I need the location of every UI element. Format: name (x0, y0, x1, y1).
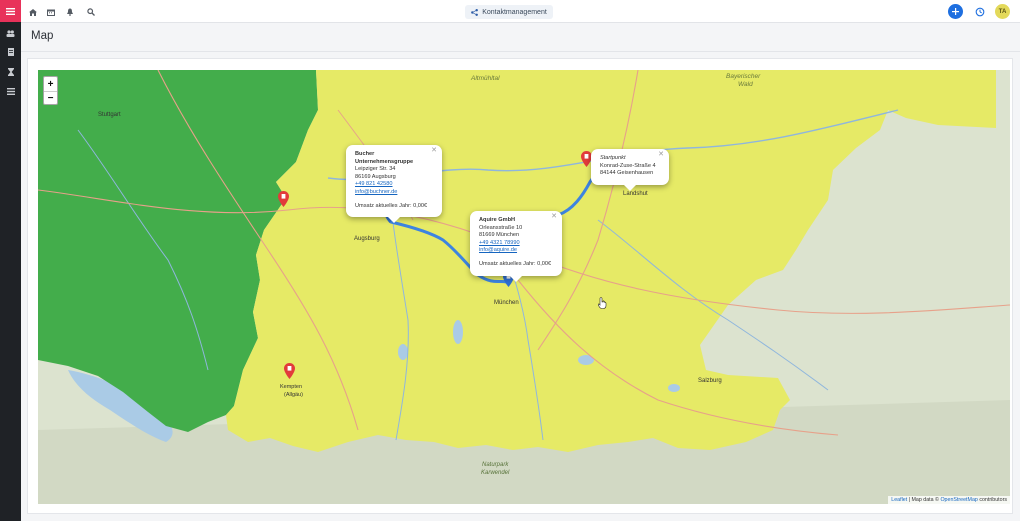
attribution-suffix: contributors (977, 497, 1007, 503)
popup-city: 86169 Augsburg (355, 173, 396, 180)
popup-revenue: Umsatz aktuelles Jahr: 0,00€ (355, 202, 428, 209)
popup-name: Aquire GmbH (479, 217, 516, 223)
bell-icon (67, 8, 73, 16)
place-label: Wald (738, 81, 753, 88)
zoom-in-button[interactable]: + (44, 77, 57, 91)
timer-icon (975, 7, 984, 16)
sidebar-item-documents[interactable] (0, 43, 21, 61)
popup-street: Orleansstraße 10 (479, 224, 523, 231)
home-icon (29, 8, 37, 16)
place-label: (Allgäu) (284, 392, 303, 398)
place-label: Augsburg (354, 236, 380, 242)
popup-city: 81669 München (479, 232, 520, 239)
calendar-button[interactable] (44, 5, 58, 19)
sidebar (0, 0, 21, 521)
place-label: Kempten (280, 384, 302, 390)
marker-icon[interactable] (278, 191, 289, 207)
search-icon (87, 8, 95, 16)
popup-close-button[interactable]: ✕ (551, 213, 557, 221)
list-icon (6, 87, 15, 95)
place-label: München (494, 300, 519, 306)
popup-bucher: ✕ Bucher Unternehmensgruppe Leipziger St… (346, 145, 442, 224)
map-base-layer: Altmühltal Bayerischer Wald Stuttgart Au… (38, 70, 1010, 504)
map-view[interactable]: Altmühltal Bayerischer Wald Stuttgart Au… (38, 70, 1010, 504)
notifications-button[interactable] (63, 5, 77, 19)
add-button[interactable] (948, 4, 963, 19)
popup-close-button[interactable]: ✕ (431, 147, 437, 155)
popup-aquire: ✕ Aquire GmbH Orleansstraße 10 81669 Mün… (470, 211, 562, 282)
popup-city: 84144 Geisenhausen (600, 170, 654, 177)
zoom-out-button[interactable]: − (44, 91, 57, 105)
share-icon (471, 8, 479, 16)
attribution-separator: | Map data © (907, 497, 941, 503)
documents-icon (7, 48, 14, 56)
page-title: Map (31, 30, 54, 42)
time-tracking-button[interactable] (972, 4, 987, 19)
place-label: Stuttgart (98, 112, 121, 118)
plus-icon (952, 8, 959, 15)
popup-startpunkt: ✕ Startpunkt Konrad-Zuse-Straße 4 84144 … (591, 149, 669, 191)
place-label: Salzburg (698, 378, 722, 384)
popup-label: Startpunkt (600, 155, 626, 161)
place-label: Landshut (623, 191, 648, 197)
search-button[interactable] (84, 5, 98, 19)
popup-phone-link[interactable]: +49 821 42580 (355, 181, 433, 189)
popup-phone-link[interactable]: +49 4321 78990 (479, 240, 553, 248)
map-attribution: Leaflet | Map data © OpenStreetMap contr… (888, 496, 1010, 504)
osm-link[interactable]: OpenStreetMap (940, 497, 977, 503)
sidebar-item-timer[interactable] (0, 63, 21, 81)
place-label: Naturpark (482, 462, 509, 468)
home-button[interactable] (26, 5, 40, 19)
calendar-icon (47, 9, 55, 16)
hand-cursor-icon (598, 297, 607, 309)
module-selector[interactable]: Kontaktmanagement (465, 5, 553, 19)
marker-icon[interactable] (284, 363, 295, 379)
place-label: Karwendel (481, 470, 510, 476)
popup-email-link[interactable]: info@aquire.de (479, 247, 553, 255)
sidebar-item-contacts[interactable] (0, 24, 21, 42)
leaflet-link[interactable]: Leaflet (891, 497, 907, 503)
popup-street: Konrad-Zuse-Straße 4 (600, 162, 656, 169)
menu-icon (6, 7, 15, 15)
popup-close-button[interactable]: ✕ (658, 151, 664, 159)
menu-button[interactable] (0, 0, 21, 22)
place-label: Bayerischer (726, 73, 761, 80)
popup-email-link[interactable]: info@buchner.de (355, 189, 433, 197)
top-bar: Kontaktmanagement TA (21, 0, 1020, 23)
place-label: Altmühltal (470, 75, 500, 82)
contacts-icon (6, 29, 15, 37)
title-divider (21, 51, 1020, 52)
popup-name: Bucher Unternehmensgruppe (355, 151, 414, 165)
zoom-control: + − (43, 76, 58, 105)
module-label: Kontaktmanagement (482, 8, 547, 16)
user-avatar[interactable]: TA (995, 4, 1010, 19)
popup-street: Leipziger Str. 34 (355, 166, 396, 173)
popup-revenue: Umsatz aktuelles Jahr: 0,00€ (479, 260, 552, 267)
sidebar-item-list[interactable] (0, 82, 21, 100)
hourglass-icon (7, 68, 14, 76)
